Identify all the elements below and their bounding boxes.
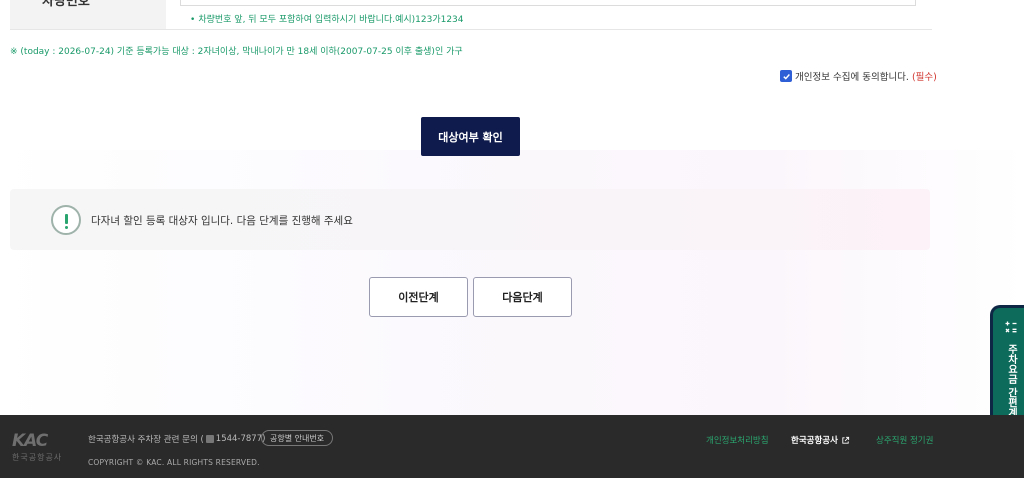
- next-step-button[interactable]: 다음단계: [473, 277, 572, 317]
- copyright: COPYRIGHT © KAC. ALL RIGHTS RESERVED.: [88, 458, 260, 467]
- external-link-icon: [842, 436, 850, 444]
- agree-label: 개인정보 수집에 동의합니다.: [795, 72, 909, 83]
- exclamation-circle-icon: [51, 205, 81, 235]
- agree-required: (필수): [911, 72, 937, 83]
- airport-contacts-button[interactable]: 공항별 안내번호: [261, 430, 334, 446]
- vehicle-number-input[interactable]: [180, 0, 916, 6]
- privacy-agree[interactable]: 개인정보 수집에 동의합니다. (필수): [780, 69, 937, 83]
- result-message: 다자녀 할인 등록 대상자 입니다. 다음 단계를 진행해 주세요: [91, 215, 353, 227]
- contact-phone: 1544-7877: [215, 434, 263, 444]
- vehicle-number-row: 차량번호 • 차량번호 앞, 뒤 모두 포함하여 입력하시기 바랍니다.예시)12…: [10, 0, 932, 30]
- form-label-cell: 차량번호: [10, 0, 166, 29]
- checkmark-icon: [782, 73, 790, 80]
- eligibility-notice: ※ (today : 2026-07-24) 기준 등록가능 대상 : 2자녀이…: [10, 47, 463, 57]
- kac-site-label: 한국공항공사: [791, 436, 838, 446]
- hint-bullet: •: [190, 15, 196, 25]
- footer: KAC 한국공항공사 한국공항공사 주차장 관련 문의 ( 1544-7877 …: [0, 415, 1024, 478]
- page: 차량번호 • 차량번호 앞, 뒤 모두 포함하여 입력하시기 바랍니다.예시)12…: [0, 0, 1024, 478]
- logo-name: 한국공항공사: [12, 453, 63, 462]
- contact-info: 한국공항공사 주차장 관련 문의 ( 1544-7877 ): [88, 433, 265, 445]
- staff-pass-link[interactable]: 상주직원 정기권: [876, 434, 933, 446]
- vehicle-number-hint: • 차량번호 앞, 뒤 모두 포함하여 입력하시기 바랍니다.예시)123가123…: [190, 12, 464, 25]
- privacy-policy-link[interactable]: 개인정보처리방침: [706, 434, 769, 446]
- logo-text: KAC: [12, 431, 48, 451]
- phone-icon: [205, 435, 214, 443]
- result-message-box: 다자녀 할인 등록 대상자 입니다. 다음 단계를 진행해 주세요: [10, 189, 930, 250]
- kac-site-link[interactable]: 한국공항공사: [791, 434, 850, 446]
- previous-step-button[interactable]: 이전단계: [369, 277, 468, 317]
- calculator-icon: [1005, 321, 1017, 333]
- check-eligibility-button[interactable]: 대상여부 확인: [421, 117, 520, 156]
- agree-checkbox[interactable]: [780, 70, 792, 82]
- contact-prefix: 한국공항공사 주차장 관련 문의 (: [88, 435, 204, 445]
- kac-logo[interactable]: KAC 한국공항공사: [12, 433, 72, 469]
- vehicle-number-label: 차량번호: [42, 0, 90, 9]
- hint-text: 차량번호 앞, 뒤 모두 포함하여 입력하시기 바랍니다.예시)123가1234: [198, 15, 464, 25]
